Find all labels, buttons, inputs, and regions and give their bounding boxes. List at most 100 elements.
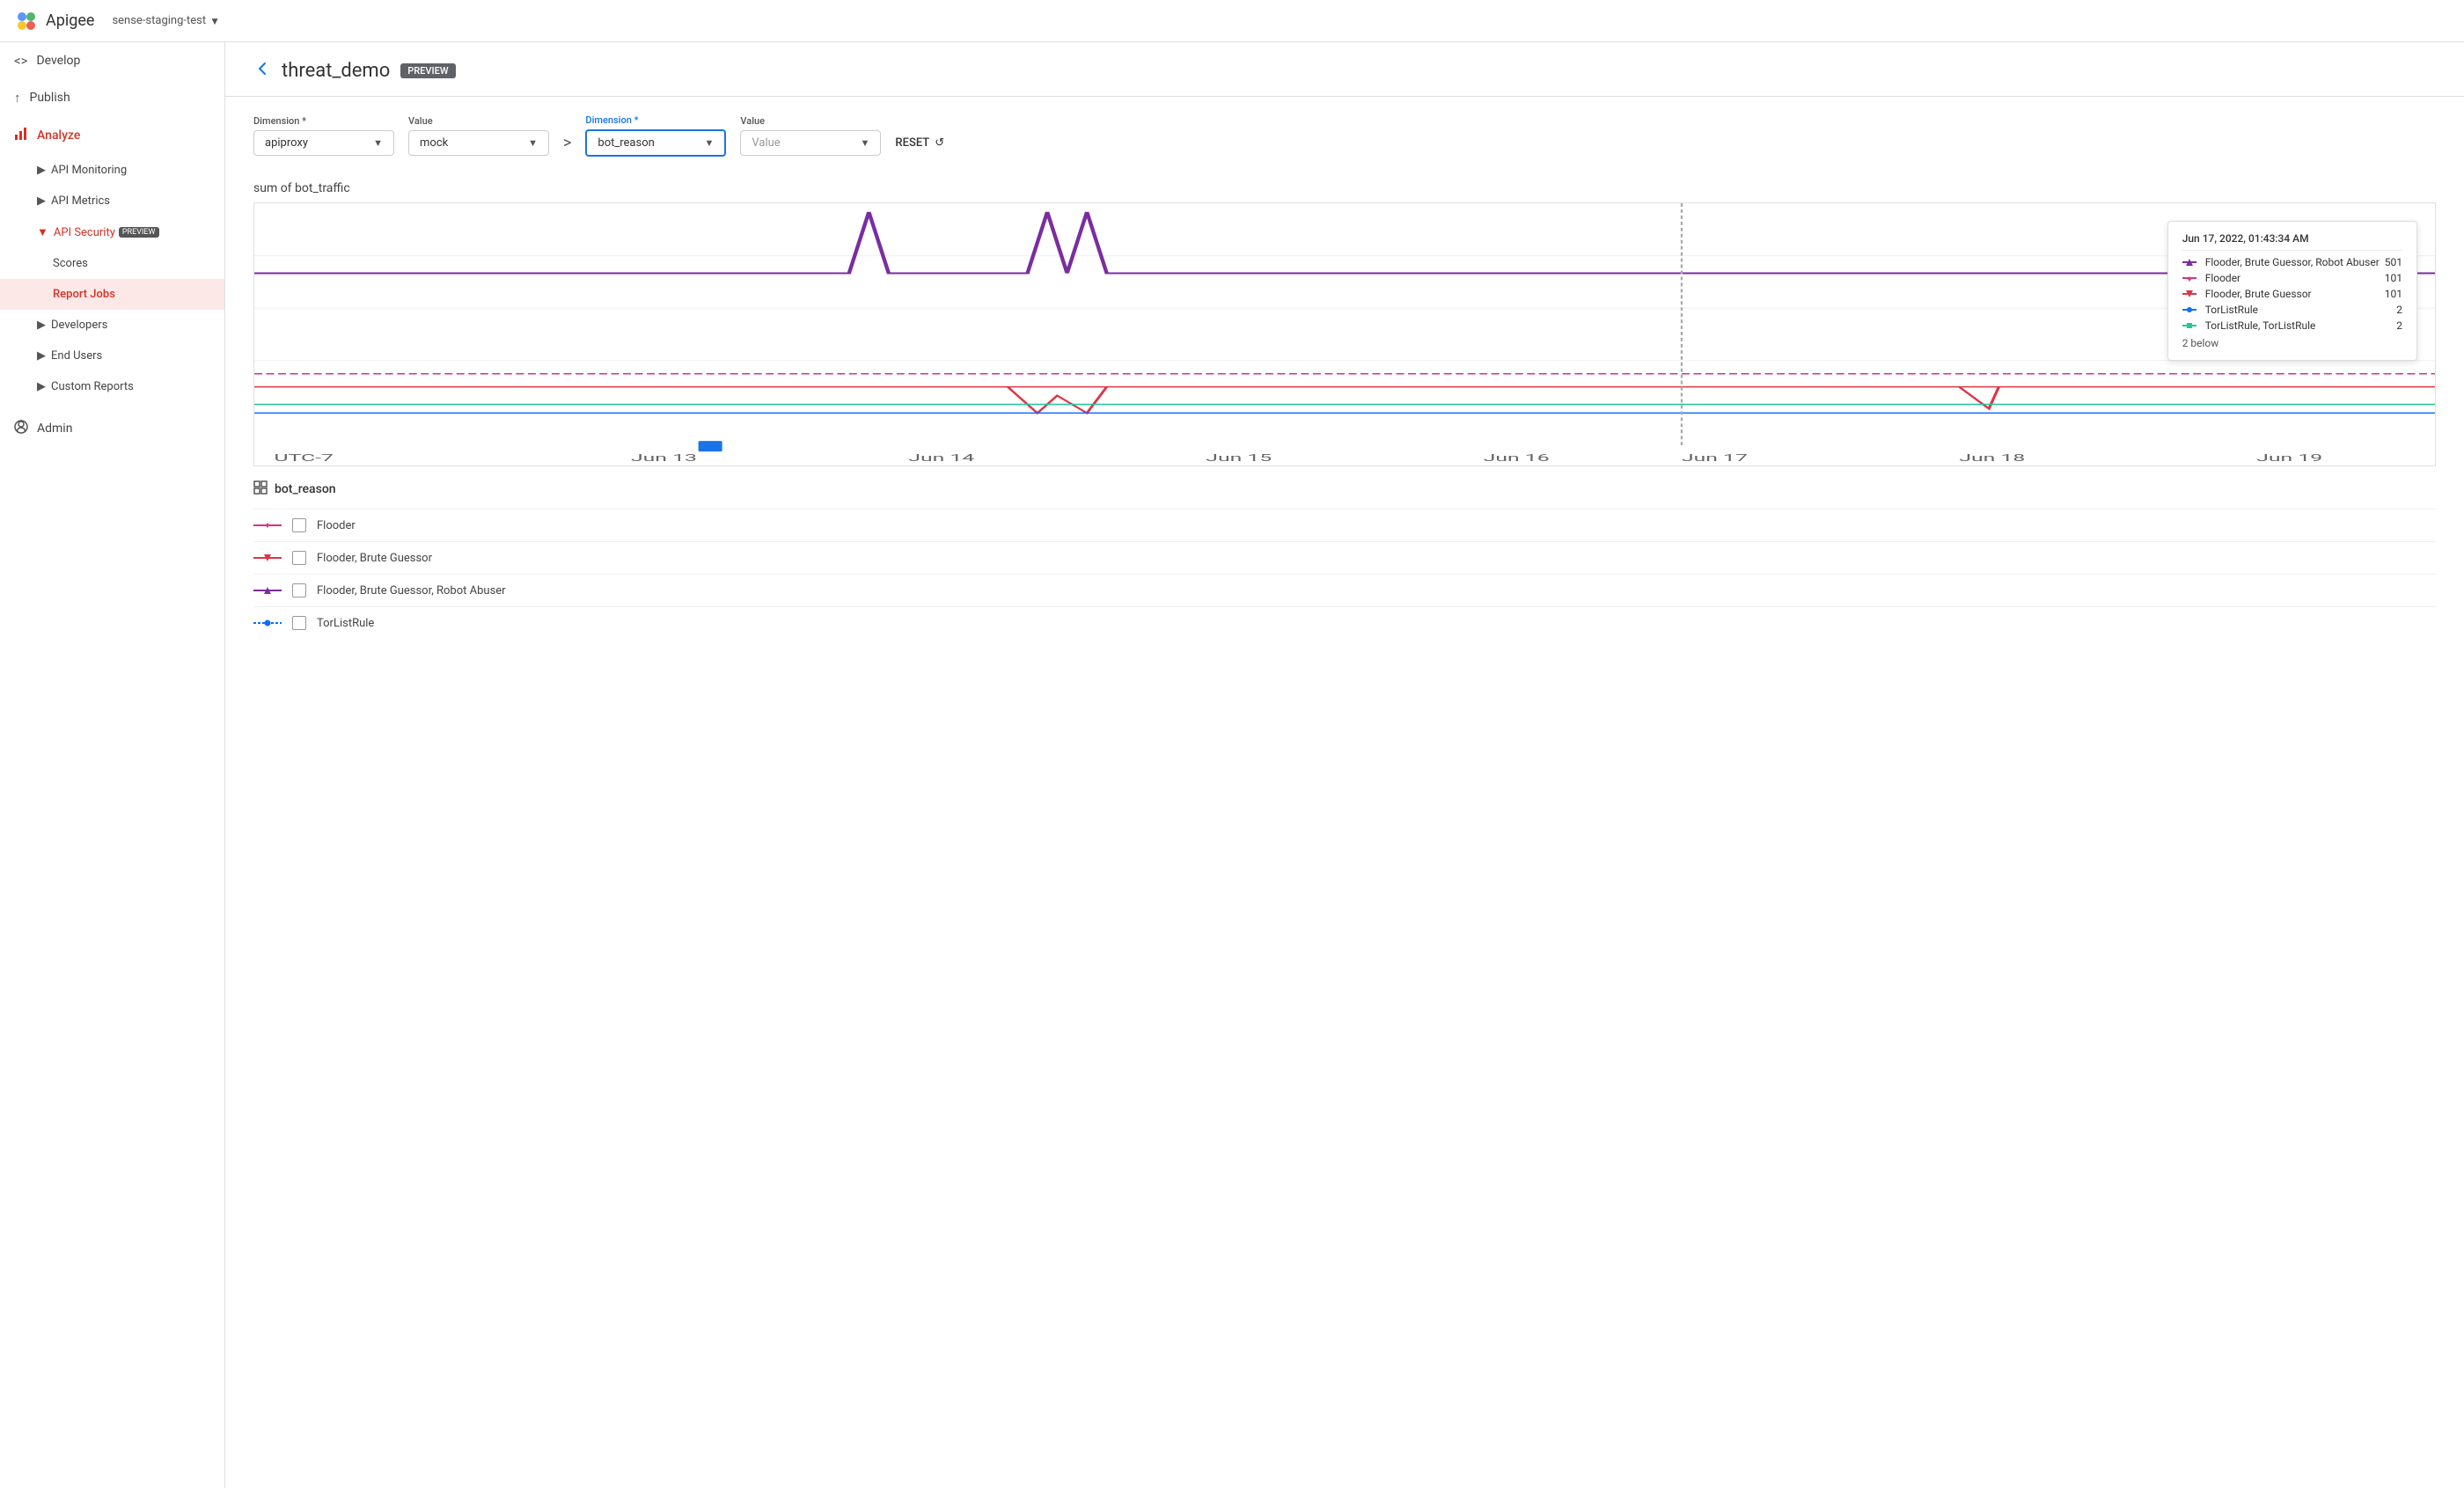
legend-label-2: Flooder, Brute Guessor, Robot Abuser — [317, 584, 506, 597]
sidebar-item-scores[interactable]: Scores — [0, 248, 224, 279]
legend-checkbox-2[interactable] — [292, 583, 306, 597]
sidebar-item-report-jobs[interactable]: Report Jobs — [0, 279, 224, 310]
svg-text:Jun 18: Jun 18 — [1959, 452, 2025, 464]
value2-select[interactable]: Value ▼ — [740, 130, 881, 156]
sidebar-item-publish[interactable]: ↑ Publish — [0, 79, 224, 116]
publish-icon: ↑ — [14, 90, 21, 106]
tooltip-label-4: TorListRule, TorListRule — [2205, 319, 2392, 332]
expand-arrow-endusers: ▶ — [37, 349, 46, 363]
tooltip-icon-4 — [2182, 322, 2200, 329]
reset-icon: ↺ — [935, 136, 944, 150]
tooltip-date: Jun 17, 2022, 01:43:34 AM — [2182, 232, 2402, 245]
legend-label-3: TorListRule — [317, 617, 374, 630]
value1-select[interactable]: mock ▼ — [408, 130, 549, 156]
sidebar-develop-label: Develop — [36, 54, 80, 68]
tooltip-icon-1 — [2182, 275, 2200, 282]
value1-chevron-icon: ▼ — [528, 137, 538, 149]
sidebar-scores-label: Scores — [53, 257, 88, 270]
value2-label: Value — [740, 115, 881, 127]
sidebar-item-develop[interactable]: <> Develop — [0, 42, 224, 79]
tooltip-value-2: 101 — [2385, 288, 2402, 300]
value1-value: mock — [420, 136, 448, 150]
chart-container[interactable]: UTC-7 Jun 13 Jun 14 Jun 15 Jun 16 Jun 17… — [253, 202, 2436, 466]
expand-arrow-customreports: ▶ — [37, 380, 46, 393]
dimension1-chevron-icon: ▼ — [373, 137, 383, 149]
tooltip-value-3: 2 — [2396, 304, 2402, 316]
tooltip-icon-0 — [2182, 259, 2200, 266]
legend-line-1 — [253, 552, 282, 564]
tooltip-row-2: Flooder, Brute Guessor 101 — [2182, 286, 2402, 302]
admin-icon — [14, 420, 28, 437]
legend-area: bot_reason Flooder Flooder, Brute Guesso… — [225, 466, 2464, 653]
sidebar-metrics-label: API Metrics — [51, 194, 110, 208]
code-icon: <> — [14, 53, 27, 69]
sidebar-admin-label: Admin — [37, 421, 72, 436]
svg-text:Jun 19: Jun 19 — [2256, 452, 2322, 464]
dimension2-select[interactable]: bot_reason ▼ — [585, 129, 726, 157]
dimension2-group: Dimension * bot_reason ▼ — [585, 114, 726, 157]
legend-item-2: Flooder, Brute Guessor, Robot Abuser — [253, 574, 2436, 606]
main-content: threat_demo PREVIEW Dimension * apiproxy… — [225, 42, 2464, 1488]
filter-bar: Dimension * apiproxy ▼ Value mock ▼ > Di… — [225, 97, 2464, 174]
grid-icon — [253, 480, 268, 498]
sidebar-item-developers[interactable]: ▶ Developers — [0, 310, 224, 341]
svg-text:Jun 13: Jun 13 — [631, 452, 697, 464]
preview-badge-sidebar: PREVIEW — [119, 227, 159, 238]
sidebar-reportjobs-label: Report Jobs — [53, 288, 115, 301]
legend-checkbox-1[interactable] — [292, 551, 306, 565]
tooltip-label-3: TorListRule — [2205, 304, 2392, 316]
legend-title-text: bot_reason — [275, 482, 336, 496]
expand-arrow-monitoring: ▶ — [37, 164, 46, 177]
tooltip-icon-2 — [2182, 290, 2200, 297]
page-preview-badge: PREVIEW — [400, 63, 455, 78]
sidebar-analyze-label: Analyze — [37, 128, 80, 143]
sidebar-item-analyze[interactable]: Analyze — [0, 116, 224, 155]
sidebar-item-admin[interactable]: Admin — [0, 409, 224, 448]
sidebar-item-api-monitoring[interactable]: ▶ API Monitoring — [0, 155, 224, 186]
dimension2-chevron-icon: ▼ — [705, 137, 715, 149]
dimension1-group: Dimension * apiproxy ▼ — [253, 115, 394, 156]
legend-item-1: Flooder, Brute Guessor — [253, 541, 2436, 574]
tooltip-row-4: TorListRule, TorListRule 2 — [2182, 318, 2402, 334]
tooltip-label-0: Flooder, Brute Guessor, Robot Abuser — [2205, 256, 2380, 268]
svg-text:Jun 16: Jun 16 — [1484, 452, 1550, 464]
legend-label-0: Flooder — [317, 519, 356, 532]
org-dropdown-arrow: ▼ — [209, 15, 220, 27]
org-selector[interactable]: sense-staging-test ▼ — [112, 14, 220, 27]
app-name: Apigee — [46, 11, 94, 30]
tooltip-value-0: 501 — [2385, 256, 2402, 268]
tooltip-row-1: Flooder 101 — [2182, 270, 2402, 286]
tooltip-label-2: Flooder, Brute Guessor — [2205, 288, 2380, 300]
sidebar-item-api-metrics[interactable]: ▶ API Metrics — [0, 186, 224, 216]
chart-svg: UTC-7 Jun 13 Jun 14 Jun 15 Jun 16 Jun 17… — [254, 203, 2435, 465]
sidebar: <> Develop ↑ Publish Analyze ▶ API Monit… — [0, 42, 225, 1488]
legend-checkbox-0[interactable] — [292, 518, 306, 532]
value1-group: Value mock ▼ — [408, 115, 549, 156]
sidebar-monitoring-label: API Monitoring — [51, 164, 127, 177]
reset-label: RESET — [895, 136, 929, 150]
svg-text:Jun 14: Jun 14 — [908, 452, 974, 464]
page-title: threat_demo — [282, 60, 390, 82]
legend-checkbox-3[interactable] — [292, 616, 306, 630]
chart-area: sum of bot_traffic — [225, 174, 2464, 466]
back-button[interactable] — [253, 60, 271, 82]
value1-label: Value — [408, 115, 549, 127]
page-header: threat_demo PREVIEW — [225, 42, 2464, 97]
sidebar-item-custom-reports[interactable]: ▶ Custom Reports — [0, 371, 224, 402]
sidebar-item-end-users[interactable]: ▶ End Users — [0, 341, 224, 371]
expand-arrow-metrics: ▶ — [37, 194, 46, 208]
tooltip-value-1: 101 — [2385, 272, 2402, 284]
dimension1-select[interactable]: apiproxy ▼ — [253, 130, 394, 156]
value2-chevron-icon: ▼ — [861, 137, 870, 149]
tooltip-value-4: 2 — [2396, 319, 2402, 332]
analyze-icon — [14, 127, 28, 144]
sidebar-endusers-label: End Users — [51, 349, 102, 363]
legend-line-0 — [253, 519, 282, 531]
chart-tooltip: Jun 17, 2022, 01:43:34 AM Flooder, Brute… — [2167, 221, 2417, 361]
sidebar-item-api-security[interactable]: ▼ API Security PREVIEW — [0, 216, 224, 248]
reset-button[interactable]: RESET ↺ — [895, 136, 944, 150]
legend-title: bot_reason — [253, 480, 2436, 498]
sidebar-publish-label: Publish — [30, 91, 70, 105]
chart-title: sum of bot_traffic — [253, 181, 2436, 195]
tooltip-label-1: Flooder — [2205, 272, 2380, 284]
